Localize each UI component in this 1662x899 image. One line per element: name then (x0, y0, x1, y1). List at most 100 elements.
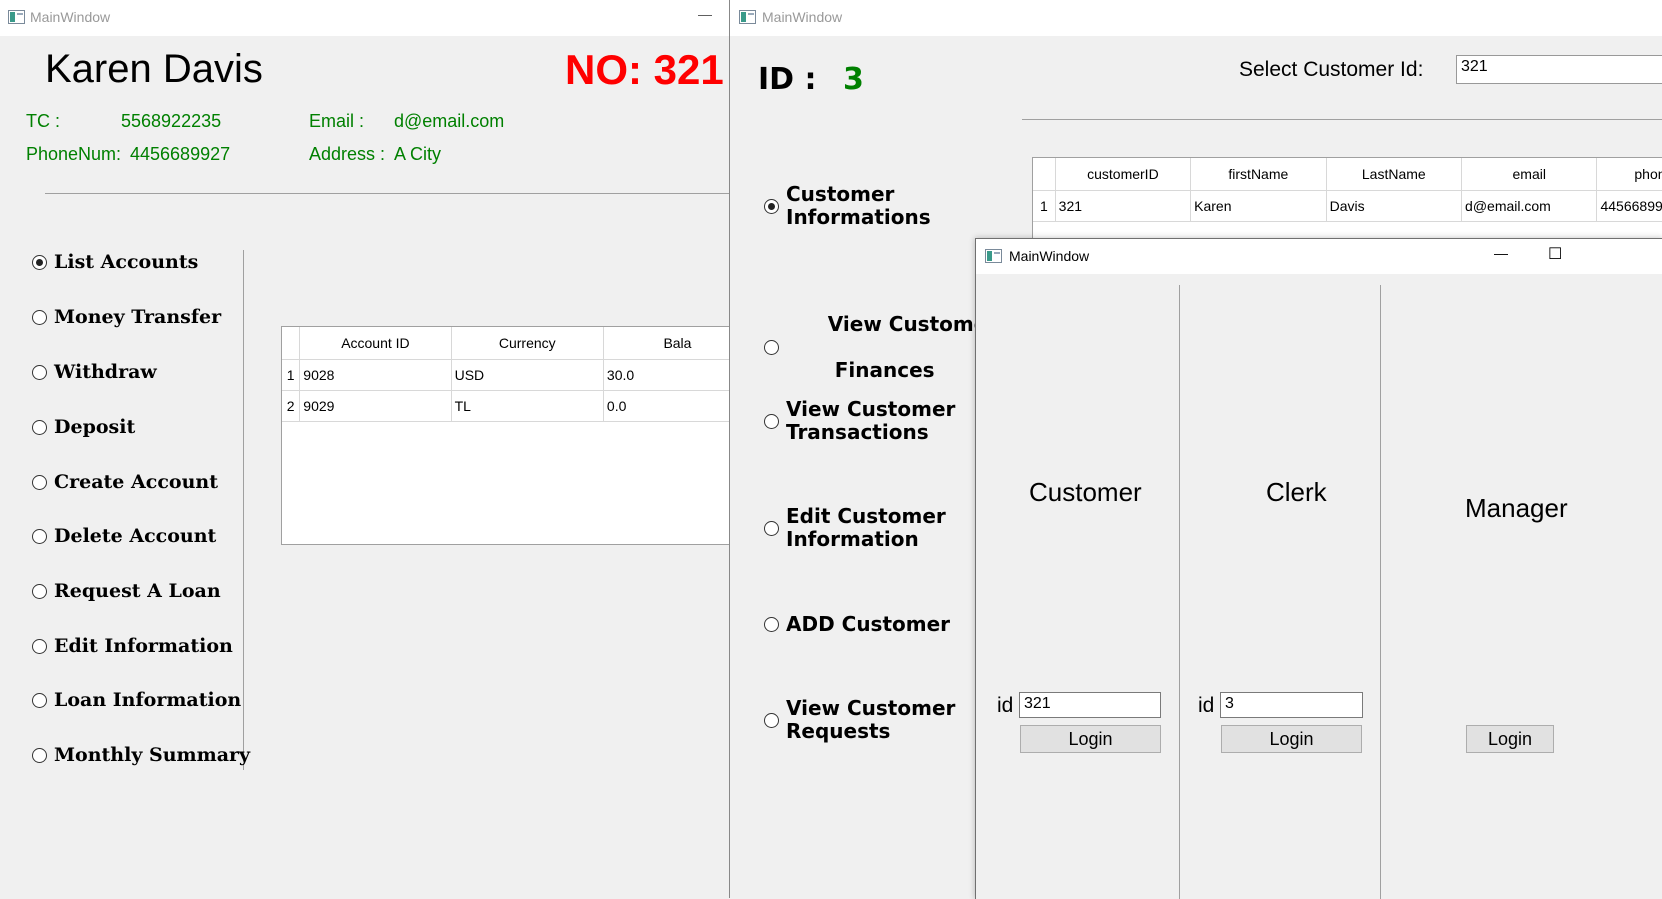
radio-view-customer-finances[interactable]: View Customer Finances (764, 290, 997, 405)
radio-view-customer-requests[interactable]: View Customer Requests (764, 697, 955, 743)
column-header[interactable]: firstName (1190, 158, 1327, 191)
customer-heading: Customer (1029, 477, 1142, 507)
radio-icon[interactable] (32, 583, 47, 599)
table-cell[interactable]: Karen (1190, 190, 1327, 222)
radio-icon[interactable] (32, 692, 47, 708)
radio-customer-informations[interactable]: Customer Informations (764, 183, 931, 229)
clerk-window-title: MainWindow (762, 9, 843, 25)
radio-edit-information[interactable]: Edit Information (32, 635, 233, 657)
row-number[interactable]: 1 (282, 359, 301, 391)
radio-money-transfer[interactable]: Money Transfer (32, 306, 221, 328)
radio-icon[interactable] (764, 340, 779, 355)
radio-label: List Accounts (54, 251, 199, 273)
table-corner[interactable] (1033, 158, 1056, 191)
radio-label: Money Transfer (54, 306, 222, 328)
radio-add-customer[interactable]: ADD Customer (764, 612, 950, 636)
manager-login-button[interactable]: Login (1466, 725, 1554, 753)
radio-icon[interactable] (32, 474, 47, 490)
minimize-icon[interactable]: — (698, 6, 712, 22)
radio-request-loan[interactable]: Request A Loan (32, 580, 221, 602)
table-cell[interactable]: TL (451, 390, 604, 422)
radio-checked-icon[interactable] (764, 198, 779, 214)
table-cell[interactable]: 30.0 (603, 359, 730, 391)
phone-value: 4456689927 (130, 144, 231, 164)
login-window: MainWindow — ☐ Customer Clerk Manager id… (975, 238, 1662, 899)
radio-label-line1: View Customer (786, 696, 956, 720)
column-header[interactable]: Account ID (299, 327, 452, 360)
table-row[interactable]: 1 9028 USD 30.0 (282, 359, 730, 391)
id-value: 3 (843, 62, 864, 97)
clerk-id-label: id (1198, 694, 1215, 717)
clerk-login-button[interactable]: Login (1221, 725, 1362, 753)
app-window-icon (985, 249, 1002, 263)
radio-icon[interactable] (764, 616, 779, 632)
radio-label: Deposit (54, 416, 136, 438)
table-row[interactable]: 1 321 Karen Davis d@email.com 4456689927 (1033, 190, 1662, 222)
customer-table[interactable]: customerID firstName LastName email phon… (1032, 157, 1662, 249)
radio-label: Request A Loan (54, 580, 221, 602)
customer-id-label: id (997, 694, 1014, 717)
radio-icon[interactable] (764, 520, 779, 536)
radio-edit-customer-information[interactable]: Edit Customer Information (764, 505, 946, 551)
maximize-icon[interactable]: ☐ (1548, 244, 1562, 264)
customer-login-button[interactable]: Login (1020, 725, 1161, 753)
select-customer-id-field[interactable]: 321 (1456, 55, 1662, 84)
radio-deposit[interactable]: Deposit (32, 416, 135, 438)
column-header[interactable]: customerID (1055, 158, 1192, 191)
radio-label-line2: Information (786, 527, 919, 551)
radio-delete-account[interactable]: Delete Account (32, 525, 216, 547)
table-cell[interactable]: d@email.com (1461, 190, 1598, 222)
table-corner[interactable] (282, 327, 301, 360)
table-row[interactable]: 2 9029 TL 0.0 (282, 390, 730, 422)
radio-icon[interactable] (32, 747, 47, 763)
radio-monthly-summary[interactable]: Monthly Summary (32, 744, 250, 766)
radio-icon[interactable] (32, 309, 47, 325)
table-cell[interactable]: 0.0 (603, 390, 730, 422)
radio-create-account[interactable]: Create Account (32, 471, 218, 493)
radio-icon[interactable] (32, 528, 47, 544)
radio-label: Delete Account (54, 525, 217, 547)
clerk-titlebar: MainWindow (730, 0, 1662, 36)
radio-label-line2: Requests (786, 719, 891, 743)
header-divider (1022, 119, 1662, 120)
table-cell[interactable]: 9029 (299, 390, 452, 422)
radio-label: Monthly Summary (54, 744, 251, 766)
row-number[interactable]: 1 (1033, 190, 1056, 222)
minimize-icon[interactable]: — (1494, 245, 1508, 261)
radio-icon[interactable] (32, 419, 47, 435)
radio-withdraw[interactable]: Withdraw (32, 361, 157, 383)
tc-value: 5568922235 (121, 111, 222, 131)
radio-loan-information[interactable]: Loan Information (32, 689, 241, 711)
login-window-title: MainWindow (1009, 248, 1090, 264)
radio-checked-icon[interactable] (32, 254, 47, 270)
clerk-id-field[interactable]: 3 (1220, 692, 1363, 718)
column-header[interactable]: email (1461, 158, 1598, 191)
radio-icon[interactable] (32, 364, 47, 380)
radio-view-customer-transactions[interactable]: View Customer Transactions (764, 398, 955, 444)
table-cell[interactable]: 9028 (299, 359, 452, 391)
customer-name: Karen Davis (45, 47, 263, 91)
radio-list-accounts[interactable]: List Accounts (32, 251, 198, 273)
radio-icon[interactable] (764, 712, 779, 728)
radio-label: Loan Information (54, 689, 242, 711)
email-value: d@email.com (394, 111, 505, 131)
column-header[interactable]: Bala (603, 327, 730, 360)
table-cell[interactable]: USD (451, 359, 604, 391)
clerk-heading: Clerk (1266, 477, 1327, 507)
table-cell[interactable]: Davis (1326, 190, 1463, 222)
login-titlebar: MainWindow — ☐ (976, 239, 1662, 274)
radio-label: Edit Information (54, 635, 233, 657)
column-header[interactable]: phoneN... (1596, 158, 1662, 191)
column-header[interactable]: LastName (1326, 158, 1463, 191)
column-header[interactable]: Currency (451, 327, 604, 360)
radio-label-line1: Edit Customer (786, 504, 946, 528)
address-value: A City (394, 144, 442, 164)
accounts-table[interactable]: Account ID Currency Bala 1 9028 USD 30.0… (281, 326, 730, 545)
radio-label-line2: Transactions (786, 420, 929, 444)
table-cell[interactable]: 321 (1055, 190, 1192, 222)
radio-icon[interactable] (764, 413, 779, 429)
customer-id-field[interactable]: 321 (1019, 692, 1161, 718)
row-number[interactable]: 2 (282, 390, 301, 422)
radio-icon[interactable] (32, 638, 47, 654)
table-cell[interactable]: 4456689927 (1596, 190, 1662, 222)
